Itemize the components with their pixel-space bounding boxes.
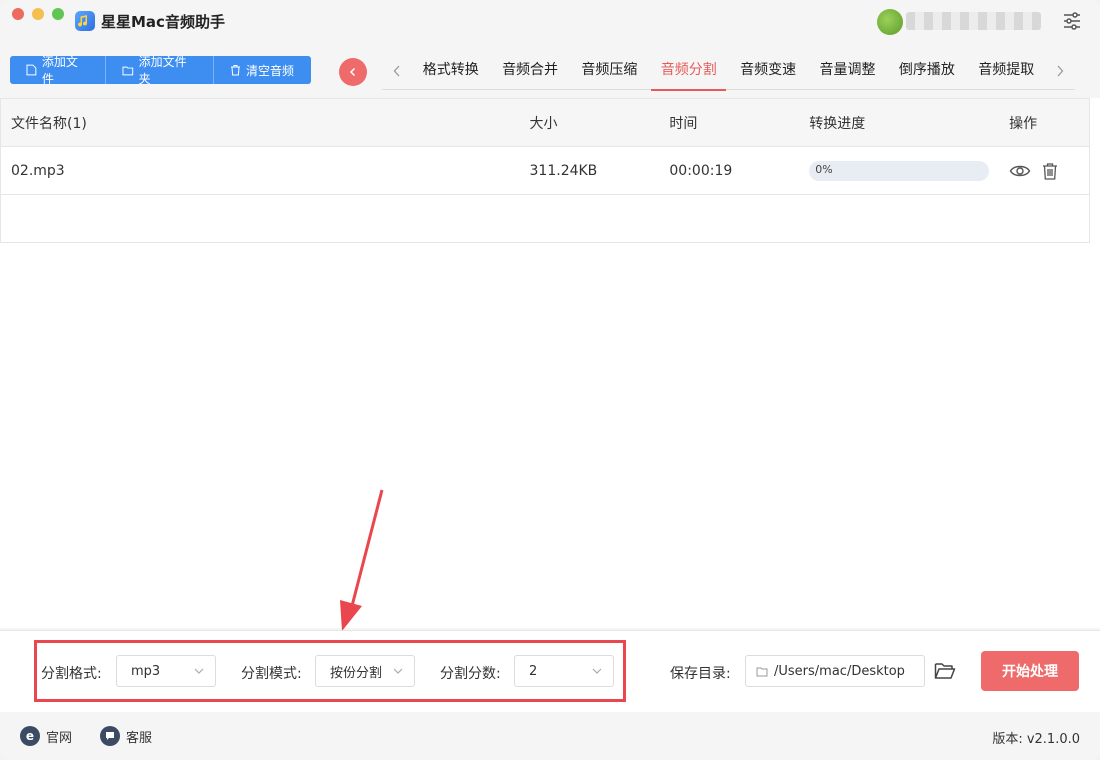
zoom-window-button[interactable] xyxy=(52,8,64,20)
support-label: 客服 xyxy=(126,730,153,746)
version-text: 版本: v2.1.0.0 xyxy=(992,732,1080,747)
file-size: 311.24KB xyxy=(529,162,598,179)
annotation-arrow xyxy=(340,489,384,631)
clear-audio-button[interactable]: 清空音频 xyxy=(214,56,311,84)
tabs-scroll-left-button[interactable] xyxy=(382,65,411,77)
tab-audio-split[interactable]: 音频分割 xyxy=(649,52,728,91)
split-format-value: mp3 xyxy=(131,663,161,679)
folder-icon xyxy=(756,667,768,676)
tab-audio-merge[interactable]: 音频合并 xyxy=(490,52,569,90)
file-list-area: 文件名称(1) 大小 时间 转换进度 操作 02.mp3 311.24KB 00… xyxy=(0,98,1100,628)
header-file-name: 文件名称(1) xyxy=(11,115,87,132)
header-time: 时间 xyxy=(669,115,698,132)
minimize-window-button[interactable] xyxy=(32,8,44,20)
save-dir-input[interactable]: /Users/mac/Desktop xyxy=(745,655,925,687)
chevron-down-icon xyxy=(393,668,403,674)
username-blurred xyxy=(906,12,1041,30)
save-dir-path: /Users/mac/Desktop xyxy=(774,663,905,679)
chevron-down-icon xyxy=(592,668,602,674)
file-icon xyxy=(26,64,37,76)
tab-audio-extract[interactable]: 音频提取 xyxy=(967,52,1046,90)
chevron-left-icon xyxy=(393,65,399,76)
trash-icon[interactable] xyxy=(1041,162,1059,180)
split-count-label: 分割分数: xyxy=(440,666,501,682)
add-file-button[interactable]: 添加文件 xyxy=(10,56,106,84)
footer: e 官网 客服 版本: v2.1.0.0 xyxy=(0,712,1100,760)
tab-audio-speed[interactable]: 音频变速 xyxy=(728,52,807,90)
sliders-icon[interactable] xyxy=(1062,11,1082,31)
progress-cell: 0% xyxy=(799,160,999,181)
header-size: 大小 xyxy=(529,115,558,132)
chat-bubble-icon xyxy=(100,726,120,746)
file-duration: 00:00:19 xyxy=(669,162,733,179)
app-window: 星星Mac音频助手 添加文件 添加文件夹 清空音频 格式转换 音频合并 音频压缩… xyxy=(0,0,1100,760)
window-controls xyxy=(12,8,64,20)
header-progress: 转换进度 xyxy=(809,115,866,132)
open-folder-icon[interactable] xyxy=(934,661,956,681)
split-mode-value: 按份分割 xyxy=(330,665,383,681)
table-header: 文件名称(1) 大小 时间 转换进度 操作 xyxy=(1,99,1089,147)
start-processing-button[interactable]: 开始处理 xyxy=(981,651,1079,691)
save-dir-label: 保存目录: xyxy=(670,666,731,682)
title-bar: 星星Mac音频助手 xyxy=(0,0,1100,42)
music-note-icon xyxy=(75,11,95,31)
add-file-label: 添加文件 xyxy=(41,56,78,84)
support-link[interactable]: 客服 xyxy=(100,726,152,746)
split-format-label: 分割格式: xyxy=(41,666,102,682)
avatar[interactable] xyxy=(877,9,903,35)
file-name: 02.mp3 xyxy=(11,162,65,179)
file-button-group: 添加文件 添加文件夹 清空音频 xyxy=(10,56,311,84)
close-window-button[interactable] xyxy=(12,8,24,20)
website-link[interactable]: e 官网 xyxy=(20,726,72,746)
add-folder-label: 添加文件夹 xyxy=(138,56,187,84)
tab-format-convert[interactable]: 格式转换 xyxy=(411,52,490,90)
table-row[interactable]: 02.mp3 311.24KB 00:00:19 0% xyxy=(1,147,1089,195)
row-actions xyxy=(999,162,1089,180)
folder-icon xyxy=(122,66,134,75)
tab-volume-adjust[interactable]: 音量调整 xyxy=(808,52,887,90)
progress-text: 0% xyxy=(815,162,833,176)
browser-e-icon: e xyxy=(20,726,40,746)
chevron-right-icon xyxy=(1057,65,1064,76)
tab-reverse-play[interactable]: 倒序播放 xyxy=(887,52,966,90)
file-table: 文件名称(1) 大小 时间 转换进度 操作 02.mp3 311.24KB 00… xyxy=(0,98,1090,243)
add-folder-button[interactable]: 添加文件夹 xyxy=(106,56,214,84)
trash-icon xyxy=(231,65,240,76)
chevron-down-icon xyxy=(194,668,204,674)
header-ops: 操作 xyxy=(1009,115,1038,132)
split-mode-select[interactable]: 按份分割 xyxy=(315,655,415,687)
split-count-select[interactable]: 2 xyxy=(514,655,614,687)
progress-bar: 0% xyxy=(809,160,990,181)
tabs-scroll-right-button[interactable] xyxy=(1046,65,1075,77)
clear-audio-label: 清空音频 xyxy=(246,63,295,78)
eye-icon[interactable] xyxy=(1009,163,1031,179)
app-title: 星星Mac音频助手 xyxy=(101,13,225,31)
split-mode-label: 分割模式: xyxy=(241,666,302,682)
website-label: 官网 xyxy=(46,730,73,746)
split-format-select[interactable]: mp3 xyxy=(116,655,216,687)
collapse-button[interactable] xyxy=(339,58,367,86)
chevron-left-icon xyxy=(349,67,356,77)
split-count-value: 2 xyxy=(529,663,538,679)
function-tabs: 格式转换 音频合并 音频压缩 音频分割 音频变速 音量调整 倒序播放 音频提取 xyxy=(382,52,1075,91)
split-settings-panel: 分割格式: mp3 分割模式: 按份分割 分割分数: 2 保存目录: /User… xyxy=(0,630,1100,712)
tab-audio-compress[interactable]: 音频压缩 xyxy=(570,52,649,90)
